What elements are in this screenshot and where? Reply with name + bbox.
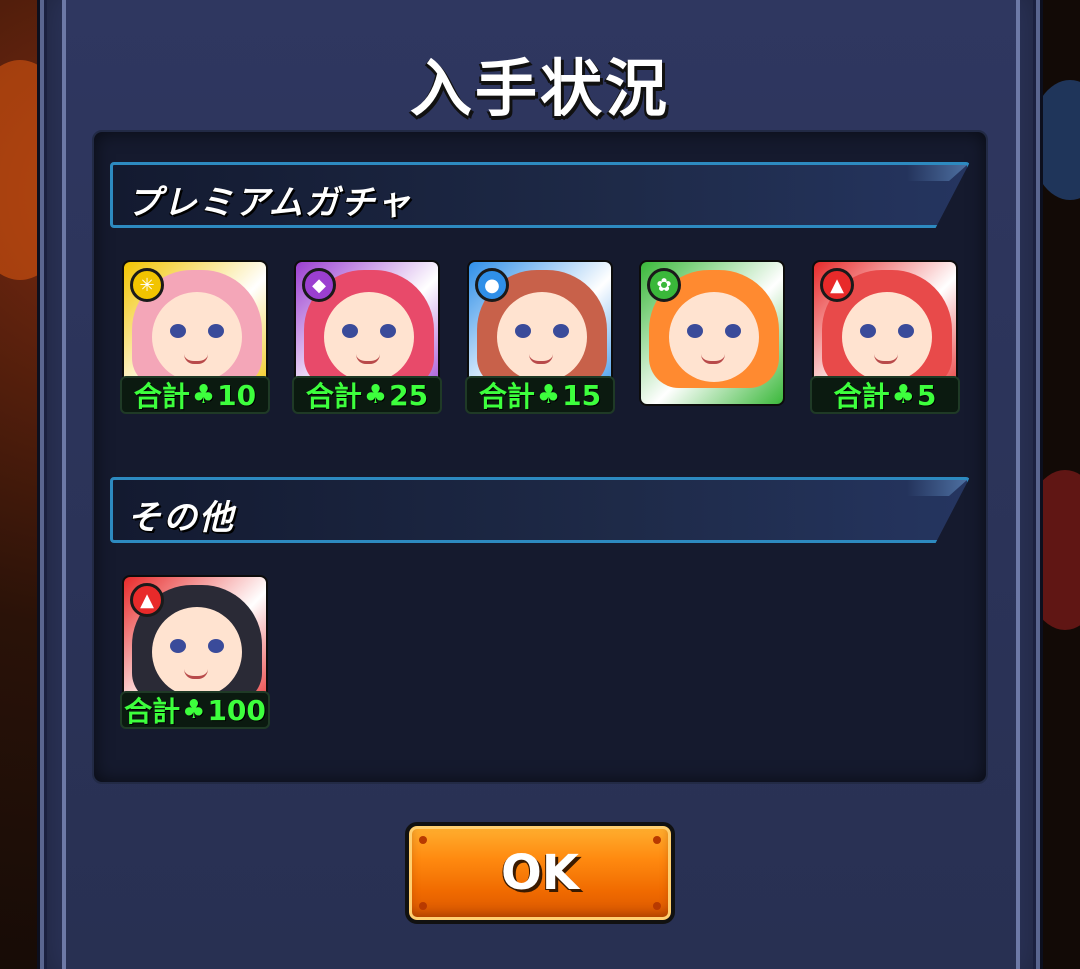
badge-value: 5 xyxy=(916,378,937,412)
ok-button-label: OK xyxy=(501,845,579,901)
badge-prefix: 合計 xyxy=(133,380,190,413)
total-count-badge: 合計 ♣ 25 xyxy=(292,376,442,414)
total-count-badge: 合計 ♣ 5 xyxy=(810,376,960,414)
ok-button[interactable]: OK xyxy=(405,822,675,924)
badge-prefix: 合計 xyxy=(833,380,890,413)
total-count-badge: 合計 ♣ 100 xyxy=(120,691,270,729)
section-header-other: その他 xyxy=(110,477,970,543)
dark-icon: ◆ xyxy=(302,268,336,302)
badge-prefix: 合計 xyxy=(124,695,181,728)
water-icon: ● xyxy=(475,268,509,302)
character-card[interactable]: ✿ xyxy=(639,260,785,406)
section-label: プレミアムガチャ xyxy=(127,183,413,223)
light-icon: ✳ xyxy=(130,268,164,302)
character-portrait: ✿ xyxy=(639,260,785,406)
total-count-badge: 合計 ♣ 15 xyxy=(465,376,615,414)
clover-icon: ♣ xyxy=(191,380,216,410)
character-card[interactable]: ▲ 合計 ♣ 5 xyxy=(810,260,960,414)
badge-value: 100 xyxy=(207,693,266,727)
badge-value: 25 xyxy=(389,378,429,412)
character-card[interactable]: ● 合計 ♣ 15 xyxy=(465,260,615,414)
character-card[interactable]: ◆ 合計 ♣ 25 xyxy=(292,260,442,414)
section-label: その他 xyxy=(127,498,235,538)
badge-prefix: 合計 xyxy=(478,380,535,413)
badge-value: 15 xyxy=(562,378,602,412)
clover-icon: ♣ xyxy=(891,380,915,410)
fire-icon: ▲ xyxy=(820,268,854,302)
fire-icon: ▲ xyxy=(130,583,164,617)
clover-icon: ♣ xyxy=(536,380,561,410)
total-count-badge: 合計 ♣ 10 xyxy=(120,376,270,414)
badge-prefix: 合計 xyxy=(305,380,362,413)
badge-value: 10 xyxy=(217,378,257,412)
dialog-title: 入手状況 xyxy=(409,52,670,125)
clover-icon: ♣ xyxy=(363,380,388,410)
wood-icon: ✿ xyxy=(647,268,681,302)
character-card[interactable]: ▲ 合計 ♣ 100 xyxy=(120,575,270,729)
clover-icon: ♣ xyxy=(182,695,206,725)
character-card[interactable]: ✳ 合計 ♣ 10 xyxy=(120,260,270,414)
section-header-premium-gacha: プレミアムガチャ xyxy=(110,162,970,228)
